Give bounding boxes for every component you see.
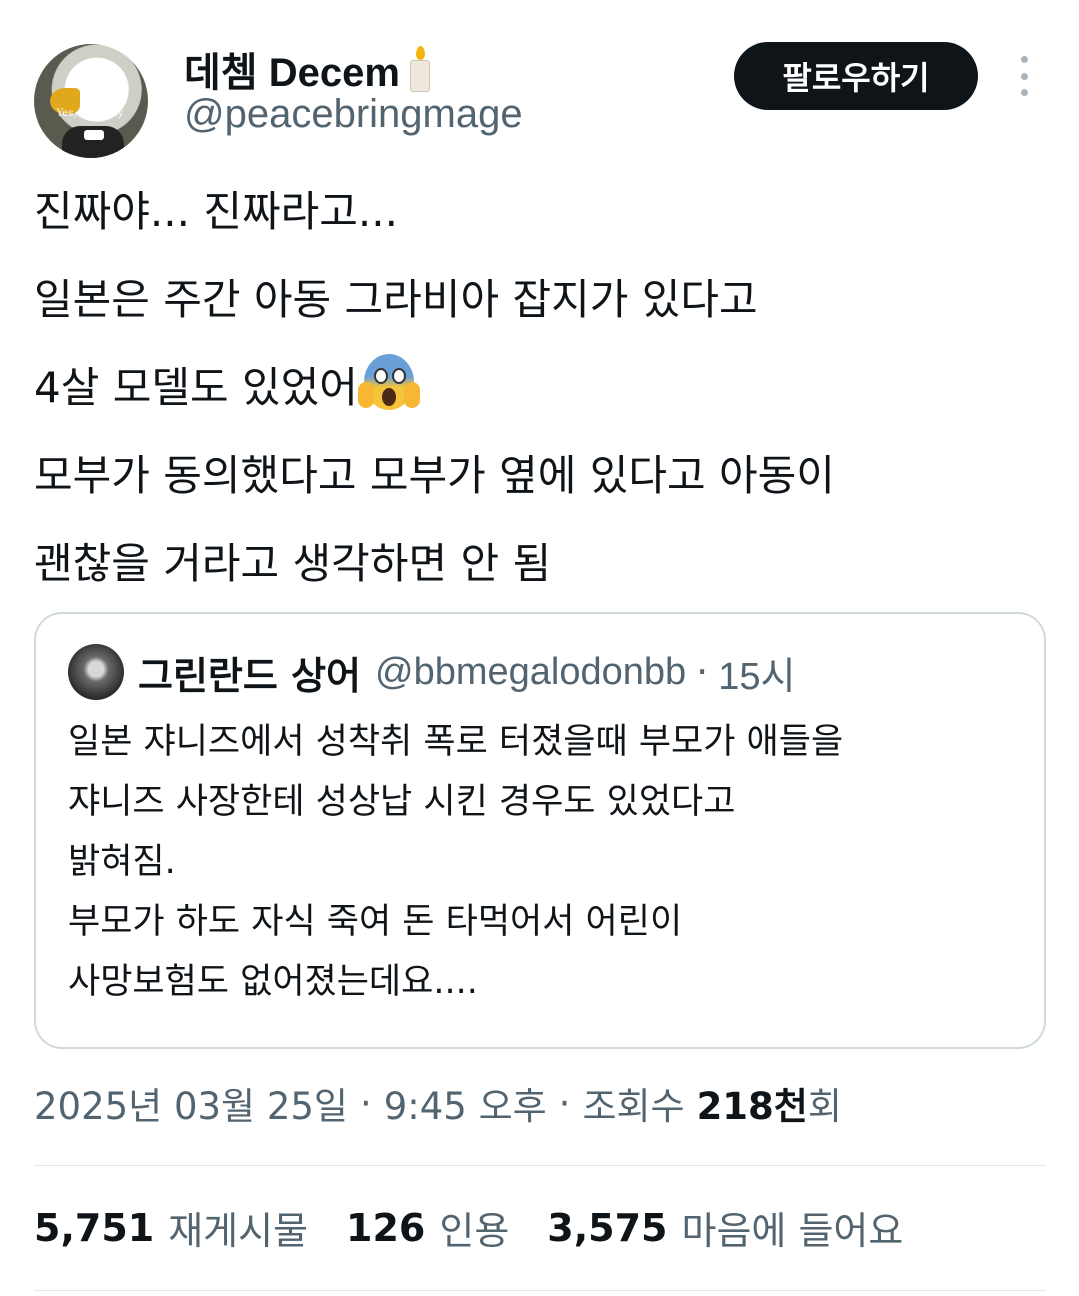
- vertical-ellipsis-icon[interactable]: [1012, 56, 1036, 96]
- quoted-separator: ·: [696, 650, 709, 694]
- reposts-label: 재게시물: [168, 1209, 309, 1253]
- quotes-count: 126: [346, 1205, 426, 1250]
- quotes-stat[interactable]: 126 인용: [346, 1200, 509, 1255]
- tweet-line: 진짜야... 진짜라고...: [34, 187, 398, 236]
- quoted-tweet-card[interactable]: 그린란드 상어 @bbmegalodonbb · 15시 일본 쟈니즈에서 성착…: [34, 612, 1046, 1049]
- views-count[interactable]: 218천: [697, 1076, 808, 1130]
- meta-separator: ·: [359, 1081, 372, 1125]
- tweet-meta: 2025년 03월 25일 · 9:45 오후 · 조회수 218천 회: [34, 1076, 842, 1130]
- quoted-line: 일본 쟈니즈에서 성착취 폭로 터졌을때 부모가 애들을: [68, 722, 844, 762]
- likes-stat[interactable]: 3,575 마음에 들어요: [547, 1200, 903, 1255]
- quoted-line: 쟈니즈 사장한테 성상납 시킨 경우도 있었다고: [68, 782, 736, 822]
- tweet-line: 괜찮을 거라고 생각하면 안 됨: [34, 539, 552, 588]
- quoted-author-name[interactable]: 그린란드 상어: [138, 645, 361, 700]
- tweet-body: 진짜야... 진짜라고... 일본은 주간 아동 그라비아 잡지가 있다고 4살…: [34, 168, 1044, 608]
- quoted-author-handle[interactable]: @bbmegalodonbb: [375, 651, 686, 694]
- tweet-date[interactable]: 2025년 03월 25일: [34, 1076, 348, 1130]
- tweet-header: Yes, My Lady 데쳄 Decem @peacebringmage 팔로…: [34, 30, 1054, 158]
- meta-separator: ·: [558, 1081, 571, 1125]
- quoted-timestamp[interactable]: 15시: [718, 645, 795, 700]
- reposts-count: 5,751: [34, 1205, 155, 1250]
- tweet-line-with-emoji: 4살 모델도 있었어: [34, 344, 1044, 432]
- engagement-stats: 5,751 재게시물 126 인용 3,575 마음에 들어요: [34, 1200, 941, 1255]
- views-suffix: 회: [807, 1085, 842, 1128]
- face-screaming-in-fear-icon: [357, 352, 420, 414]
- divider: [34, 1165, 1046, 1166]
- author-display-name[interactable]: 데쳄 Decem: [184, 40, 400, 98]
- quoted-tweet-body: 일본 쟈니즈에서 성착취 폭로 터졌을때 부모가 애들을 쟈니즈 사장한테 성상…: [68, 712, 1028, 1012]
- divider: [34, 1290, 1046, 1291]
- quoted-author-avatar[interactable]: [68, 644, 124, 700]
- follow-button[interactable]: 팔로우하기: [734, 42, 978, 110]
- quotes-label: 인용: [439, 1209, 510, 1253]
- tweet-line-text: 4살 모델도 있었어: [34, 363, 358, 412]
- reposts-stat[interactable]: 5,751 재게시물: [34, 1200, 308, 1255]
- tweet-line: 일본은 주간 아동 그라비아 잡지가 있다고: [34, 275, 758, 324]
- quoted-line: 밝혀짐.: [68, 842, 176, 882]
- tweet-time[interactable]: 9:45 오후: [384, 1076, 547, 1130]
- quoted-line: 사망보험도 없어졌는데요....: [68, 962, 478, 1002]
- likes-label: 마음에 들어요: [681, 1209, 904, 1253]
- quoted-line: 부모가 하도 자식 죽여 돈 타먹어서 어린이: [68, 902, 683, 942]
- quoted-tweet-header: 그린란드 상어 @bbmegalodonbb · 15시: [68, 644, 795, 700]
- author-handle[interactable]: @peacebringmage: [184, 92, 523, 137]
- author-name-row[interactable]: 데쳄 Decem: [184, 40, 432, 98]
- avatar-caption: Yes, My Lady: [56, 108, 124, 119]
- likes-count: 3,575: [547, 1205, 668, 1250]
- candle-icon: [408, 46, 432, 92]
- avatar-bowtie: [84, 130, 104, 140]
- tweet-line: 모부가 동의했다고 모부가 옆에 있다고 아동이: [34, 451, 835, 500]
- views-label: 조회수: [582, 1085, 685, 1128]
- author-avatar[interactable]: Yes, My Lady: [34, 44, 148, 158]
